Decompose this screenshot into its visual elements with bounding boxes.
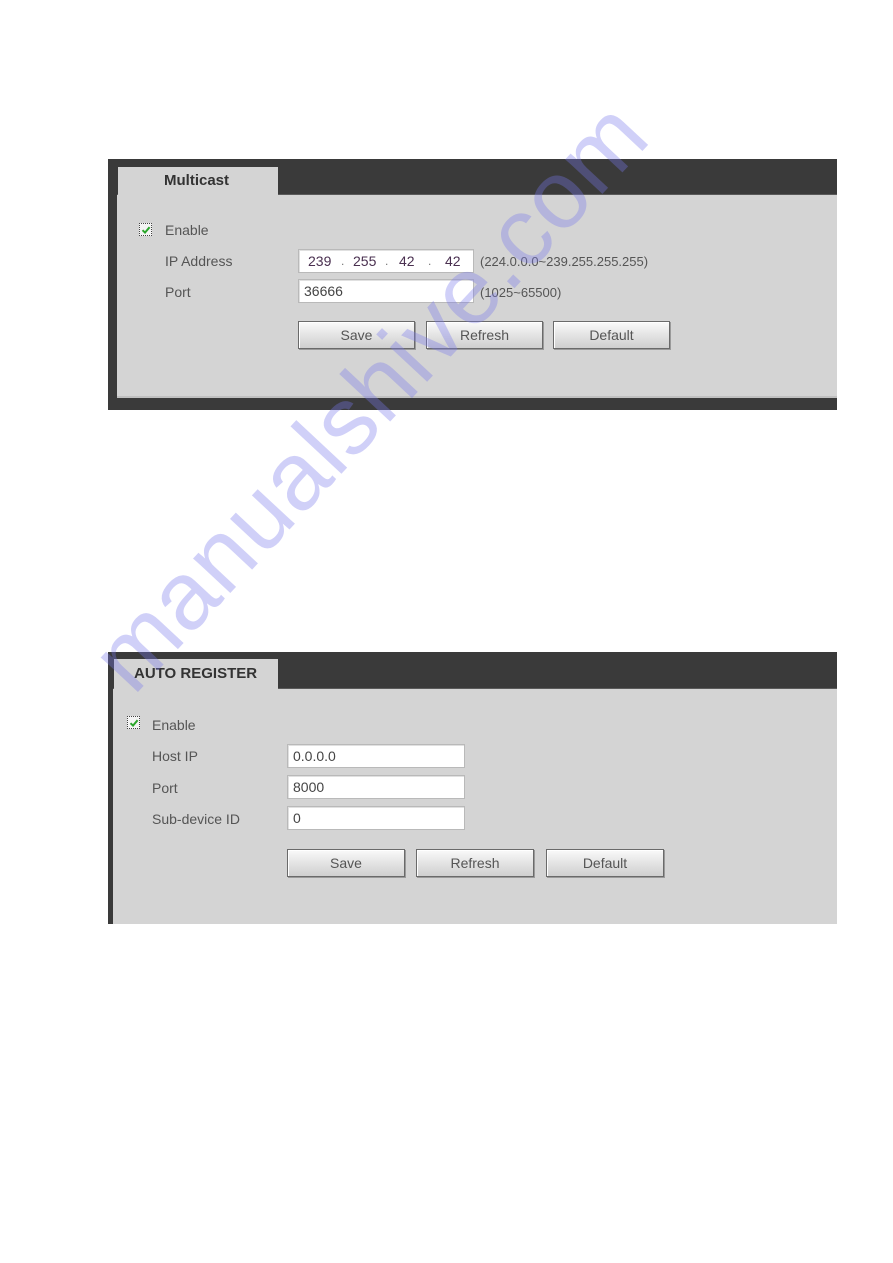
- ip-segment-1[interactable]: 239: [308, 250, 331, 272]
- multicast-save-button[interactable]: Save: [298, 321, 415, 349]
- multicast-enable-checkbox[interactable]: [139, 223, 152, 236]
- auto-register-enable-checkbox[interactable]: [127, 716, 140, 729]
- multicast-panel: Multicast Enable IP Address 239 . 255 . …: [108, 159, 837, 410]
- auto-register-default-button[interactable]: Default: [546, 849, 664, 877]
- multicast-port-label: Port: [165, 284, 191, 300]
- auto-register-port-input[interactable]: 8000: [287, 775, 465, 799]
- sub-device-id-input[interactable]: 0: [287, 806, 465, 830]
- multicast-refresh-button[interactable]: Refresh: [426, 321, 543, 349]
- tab-auto-register[interactable]: AUTO REGISTER: [114, 659, 278, 689]
- auto-register-port-label: Port: [152, 780, 178, 796]
- ip-segment-4[interactable]: 42: [445, 250, 461, 272]
- multicast-ip-address-input[interactable]: 239 . 255 . 42 . 42: [298, 249, 474, 273]
- ip-segment-2[interactable]: 255: [353, 250, 376, 272]
- host-ip-label: Host IP: [152, 748, 198, 764]
- multicast-enable-label: Enable: [165, 222, 209, 238]
- host-ip-input[interactable]: 0.0.0.0: [287, 744, 465, 768]
- tab-multicast[interactable]: Multicast: [118, 167, 278, 195]
- ip-separator: .: [341, 254, 345, 268]
- multicast-panel-body: Enable IP Address 239 . 255 . 42 . 42 (2…: [117, 194, 837, 398]
- auto-register-panel-body: Enable Host IP 0.0.0.0 Port 8000 Sub-dev…: [113, 688, 837, 924]
- auto-register-enable-label: Enable: [152, 717, 196, 733]
- ip-address-label: IP Address: [165, 253, 233, 269]
- auto-register-refresh-button[interactable]: Refresh: [416, 849, 534, 877]
- auto-register-panel: AUTO REGISTER Enable Host IP 0.0.0.0 Por…: [108, 652, 837, 924]
- ip-segment-3[interactable]: 42: [399, 250, 415, 272]
- sub-device-id-label: Sub-device ID: [152, 811, 240, 827]
- checkmark-icon: [129, 719, 138, 727]
- auto-register-save-button[interactable]: Save: [287, 849, 405, 877]
- ip-address-range-hint: (224.0.0.0~239.255.255.255): [480, 254, 649, 269]
- multicast-port-input[interactable]: 36666: [298, 279, 474, 303]
- ip-separator: .: [428, 254, 432, 268]
- checkmark-icon: [141, 226, 150, 234]
- multicast-default-button[interactable]: Default: [553, 321, 670, 349]
- port-range-hint: (1025~65500): [480, 285, 562, 300]
- ip-separator: .: [385, 254, 389, 268]
